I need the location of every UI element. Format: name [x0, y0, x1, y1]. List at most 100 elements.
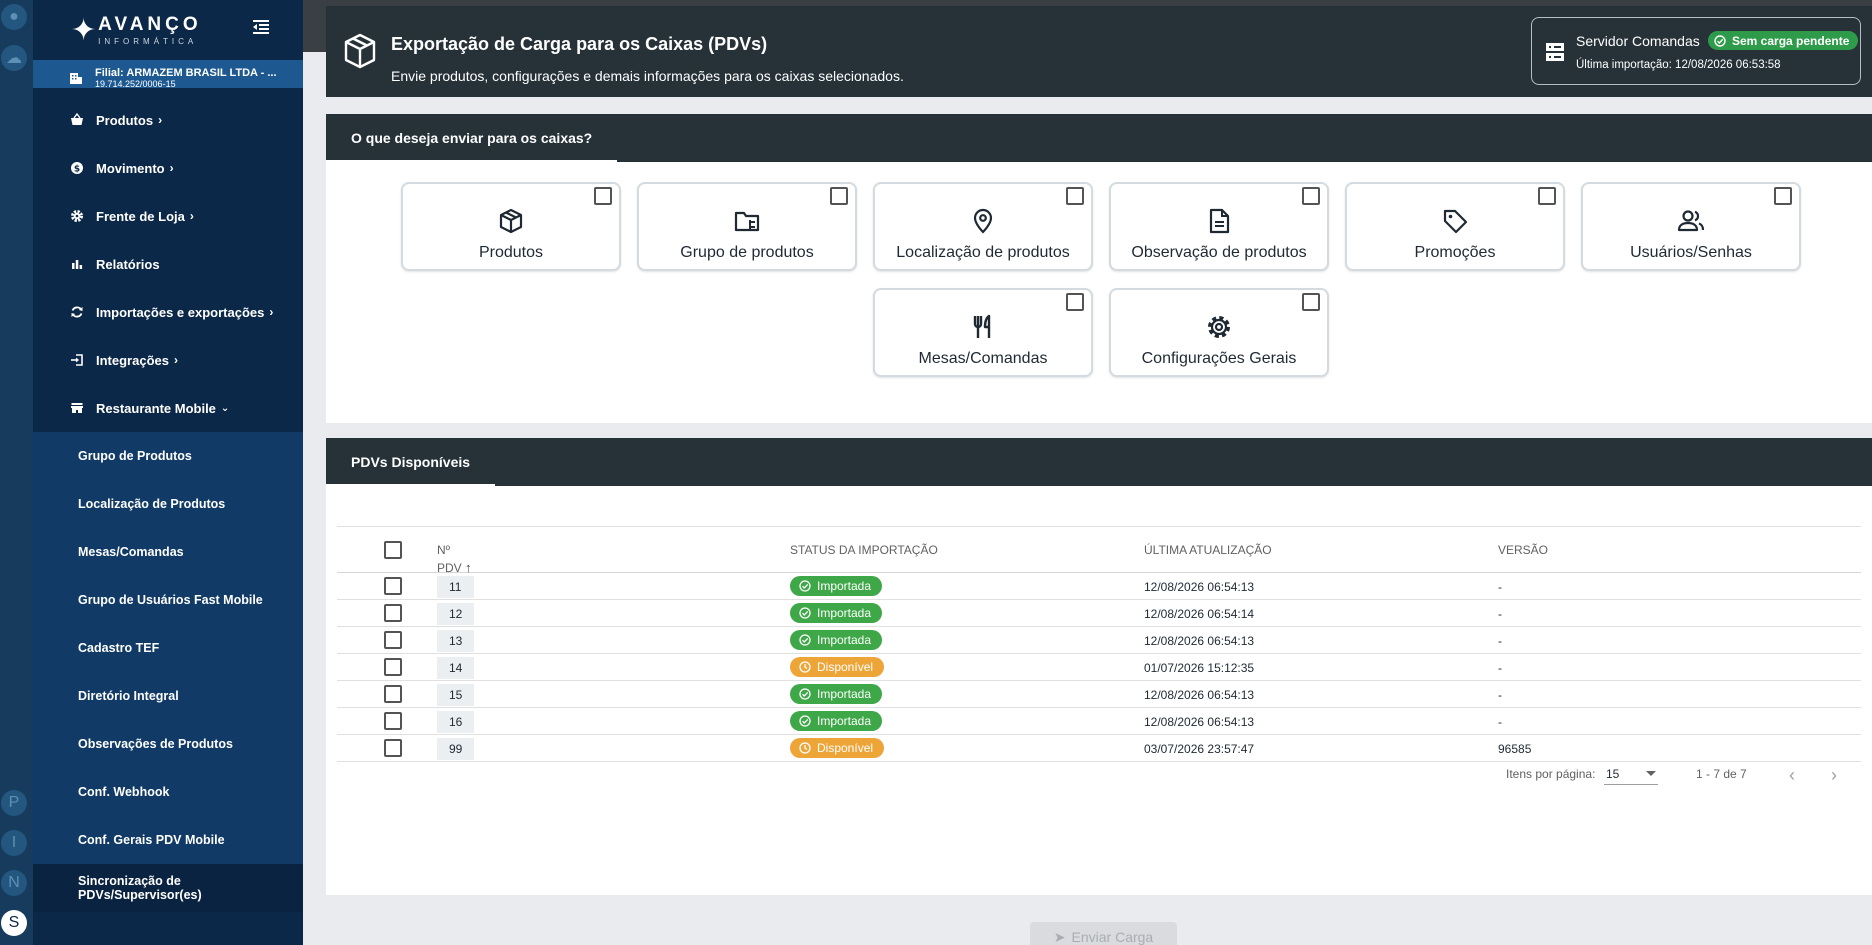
- status-pill: Importada: [790, 576, 883, 596]
- option-grupo-de-produtos[interactable]: Grupo de produtos: [637, 182, 857, 271]
- last-update: 12/08/2026 06:54:13: [1144, 688, 1255, 702]
- sidebar-item-label: Relatórios: [96, 256, 160, 272]
- sidebar-subitem[interactable]: Conf. Webhook: [33, 768, 303, 816]
- previous-page-icon[interactable]: ‹: [1789, 765, 1795, 786]
- cloud-download-icon[interactable]: ☁: [1, 45, 27, 71]
- page-subtitle: Envie produtos, configurações e demais i…: [391, 68, 904, 84]
- sidebar-subitem[interactable]: Cadastro TEF: [33, 624, 303, 672]
- status-label: Importada: [817, 687, 872, 701]
- table-row[interactable]: 15 Importada 12/08/2026 06:54:13 -: [337, 681, 1861, 708]
- sidebar-subitem[interactable]: Conf. Gerais PDV Mobile: [33, 816, 303, 864]
- option-observacao-de-produtos[interactable]: Observação de produtos: [1109, 182, 1329, 271]
- menu-collapse-icon[interactable]: [251, 17, 271, 37]
- rail-button-i[interactable]: I: [1, 830, 27, 856]
- sidebar-item-movimento[interactable]: $ Movimento ›: [33, 144, 303, 192]
- sidebar-subitem[interactable]: Mesas/Comandas: [33, 528, 303, 576]
- status-cell: Importada: [790, 576, 883, 596]
- next-page-icon[interactable]: ›: [1831, 765, 1837, 786]
- last-update: 12/08/2026 06:54:13: [1144, 634, 1255, 648]
- send-button-label: Enviar Carga: [1071, 929, 1154, 945]
- table-row[interactable]: 12 Importada 12/08/2026 06:54:14 -: [337, 600, 1861, 627]
- version: -: [1498, 661, 1502, 675]
- table-row[interactable]: 99 Disponível 03/07/2026 23:57:47 96585: [337, 735, 1861, 762]
- table-row[interactable]: 11 Importada 12/08/2026 06:54:13 -: [337, 573, 1861, 600]
- scrolled-item: [33, 88, 303, 96]
- paginator: Itens por página: 15 1 - 7 de 7 ‹ ›: [326, 759, 1872, 789]
- option-localizacao-de-produtos[interactable]: Localização de produtos: [873, 182, 1093, 271]
- row-checkbox[interactable]: [384, 577, 402, 595]
- clock-icon: [799, 742, 811, 754]
- sidebar-item-label: Movimento: [96, 160, 165, 176]
- sync-icon: [69, 304, 85, 320]
- row-checkbox[interactable]: [384, 739, 402, 757]
- rail-button-s[interactable]: S: [1, 910, 27, 936]
- sidebar-item-label: Produtos: [96, 112, 154, 128]
- sidebar-item-produtos[interactable]: Produtos ›: [33, 96, 303, 144]
- bar-chart-icon: [69, 256, 85, 272]
- sidebar-subitem-label: Sincronização de PDVs/Supervisor(es): [78, 874, 202, 902]
- last-update: 01/07/2026 15:12:35: [1144, 661, 1255, 675]
- pdv-number: 11: [437, 576, 474, 598]
- option-checkbox[interactable]: [1302, 293, 1320, 311]
- table-row[interactable]: 16 Importada 12/08/2026 06:54:13 -: [337, 708, 1861, 735]
- column-header-num[interactable]: Nº PDV ↑: [437, 541, 474, 575]
- row-checkbox[interactable]: [384, 685, 402, 703]
- sidebar-item-frente-de-loja[interactable]: Frente de Loja ›: [33, 192, 303, 240]
- tab-pdvs[interactable]: PDVs Disponíveis: [326, 438, 496, 486]
- status-cell: Importada: [790, 684, 883, 704]
- select-all-checkbox[interactable]: [384, 541, 402, 559]
- page-size-select[interactable]: 15: [1604, 761, 1658, 785]
- status-pill: Importada: [790, 711, 883, 731]
- column-header-status: STATUS DA IMPORTAÇÃO: [790, 543, 938, 557]
- sidebar-item-importacoes[interactable]: Importações e exportações ›: [33, 288, 303, 336]
- row-checkbox[interactable]: [384, 658, 402, 676]
- status-badge-label: Sem carga pendente: [1732, 33, 1850, 48]
- sidebar: ✦ AVANÇO INFORMÁTICA Filial: ARMAZEM BRA…: [33, 0, 303, 945]
- table-row[interactable]: 13 Importada 12/08/2026 06:54:13 -: [337, 627, 1861, 654]
- option-configuracoes-gerais[interactable]: Configurações Gerais: [1109, 288, 1329, 377]
- send-load-button[interactable]: ➤ Enviar Carga: [1030, 922, 1177, 945]
- tab-options[interactable]: O que deseja enviar para os caixas?: [326, 114, 618, 162]
- last-update: 12/08/2026 06:54:13: [1144, 715, 1255, 729]
- sidebar-subitem[interactable]: Diretório Integral: [33, 672, 303, 720]
- last-update: 12/08/2026 06:54:14: [1144, 607, 1255, 621]
- pdv-number: 14: [437, 657, 474, 679]
- page-title: Exportação de Carga para os Caixas (PDVs…: [391, 34, 768, 54]
- status-cell: Disponível: [790, 657, 885, 677]
- option-checkbox[interactable]: [1302, 187, 1320, 205]
- sidebar-subitem[interactable]: Localização de Produtos: [33, 480, 303, 528]
- row-checkbox[interactable]: [384, 712, 402, 730]
- status-label: Importada: [817, 633, 872, 647]
- check-circle-icon: [799, 634, 811, 646]
- sidebar-subitem[interactable]: Observações de Produtos: [33, 720, 303, 768]
- sidebar-subitem[interactable]: Grupo de Produtos: [33, 432, 303, 480]
- box-icon: [344, 33, 376, 69]
- table-row[interactable]: 14 Disponível 01/07/2026 15:12:35 -: [337, 654, 1861, 681]
- sidebar-subitem[interactable]: Grupo de Usuários Fast Mobile: [33, 576, 303, 624]
- status-pill: Disponível: [790, 738, 885, 758]
- column-header-date: ÚLTIMA ATUALIZAÇÃO: [1144, 543, 1272, 557]
- option-produtos[interactable]: Produtos: [401, 182, 621, 271]
- page-size-value: 15: [1606, 767, 1620, 781]
- user-icon[interactable]: ●: [1, 4, 27, 30]
- option-checkbox[interactable]: [830, 187, 848, 205]
- option-checkbox[interactable]: [1066, 187, 1084, 205]
- row-checkbox[interactable]: [384, 604, 402, 622]
- rail-button-n[interactable]: N: [1, 870, 27, 896]
- status-pill: Importada: [790, 630, 883, 650]
- option-checkbox[interactable]: [1538, 187, 1556, 205]
- option-checkbox[interactable]: [1066, 293, 1084, 311]
- option-mesas-comandas[interactable]: Mesas/Comandas: [873, 288, 1093, 377]
- option-checkbox[interactable]: [1774, 187, 1792, 205]
- sidebar-item-integracoes[interactable]: Integrações ›: [33, 336, 303, 384]
- row-checkbox[interactable]: [384, 631, 402, 649]
- sidebar-item-relatorios[interactable]: Relatórios: [33, 240, 303, 288]
- option-usuarios-senhas[interactable]: Usuários/Senhas: [1581, 182, 1801, 271]
- rail-button-p[interactable]: P: [1, 790, 27, 816]
- logo: ✦ AVANÇO INFORMÁTICA: [33, 0, 303, 60]
- option-checkbox[interactable]: [594, 187, 612, 205]
- sidebar-item-restaurante-mobile[interactable]: Restaurante Mobile ⌄: [33, 384, 303, 432]
- coin-icon: $: [69, 160, 85, 176]
- option-promocoes[interactable]: Promoções: [1345, 182, 1565, 271]
- sidebar-subitem-active[interactable]: Sincronização de PDVs/Supervisor(es): [33, 864, 303, 912]
